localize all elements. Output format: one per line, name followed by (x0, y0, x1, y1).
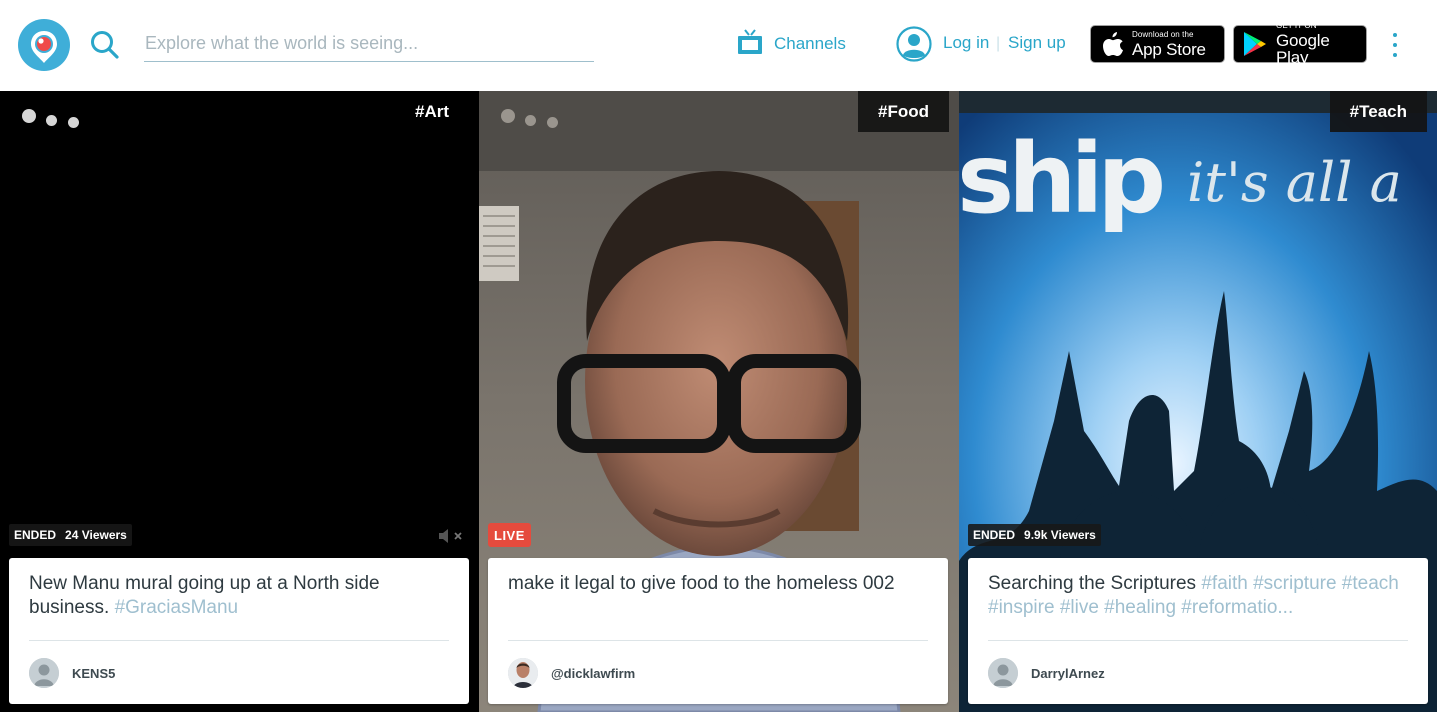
googleplay-small-text: GET IT ON (1276, 21, 1317, 30)
slide-word-large: ship (959, 131, 1166, 235)
username[interactable]: KENS5 (72, 666, 115, 681)
login-link[interactable]: Log in (943, 33, 989, 53)
signup-link[interactable]: Sign up (1008, 33, 1066, 53)
broadcast-status: ENDED 24 Viewers (9, 524, 132, 546)
broadcast-status: LIVE (488, 523, 531, 547)
title-text: make it legal to give food to the homele… (508, 573, 895, 594)
broadcast-title: Searching the Scriptures #faith #scriptu… (988, 572, 1408, 620)
periscope-logo-icon[interactable] (18, 19, 70, 71)
hashtag-text[interactable]: #GraciasManu (115, 597, 239, 618)
loading-dots-icon (22, 107, 92, 131)
channel-tag[interactable]: #Art (405, 91, 469, 132)
app-store-button[interactable]: Download on the App Store (1090, 25, 1225, 63)
default-avatar-icon (988, 658, 1018, 688)
username[interactable]: DarrylArnez (1031, 666, 1105, 681)
search-icon[interactable] (89, 29, 121, 61)
channels-link[interactable]: Channels (736, 24, 846, 64)
channel-tag[interactable]: #Food (858, 91, 949, 132)
card-divider (29, 640, 449, 641)
title-text: Searching the Scriptures (988, 573, 1197, 594)
background-slide-text: ship it's all a (959, 131, 1437, 251)
googleplay-big-text: Google Play (1276, 31, 1330, 67)
broadcast-card[interactable]: make it legal to give food to the homele… (488, 558, 948, 704)
user-photo-avatar (508, 658, 538, 688)
broadcast-status: ENDED 9.9k Viewers (968, 524, 1101, 546)
appstore-big-text: App Store (1132, 39, 1206, 59)
viewer-count: 9.9k Viewers (1024, 528, 1096, 542)
default-avatar-icon (29, 658, 59, 688)
broadcast-tile-art[interactable]: #Art ENDED 24 Viewers New Manu mural goi… (0, 91, 479, 712)
broadcast-title: make it legal to give food to the homele… (508, 572, 928, 596)
broadcast-title: New Manu mural going up at a North side … (29, 572, 449, 620)
ended-label: ENDED (973, 528, 1016, 542)
channels-label: Channels (774, 34, 846, 53)
appstore-small-text: Download on the (1132, 29, 1194, 39)
loading-dots-icon (501, 107, 571, 131)
google-play-button[interactable]: GET IT ON Google Play (1233, 21, 1367, 67)
card-divider (988, 640, 1408, 641)
more-menu-icon[interactable] (1385, 30, 1405, 60)
username[interactable]: @dicklawfirm (551, 666, 635, 681)
broadcaster-info[interactable]: @dicklawfirm (508, 658, 635, 688)
broadcast-tile-food[interactable]: #Food LIVE make it legal to give food to… (479, 91, 959, 712)
channel-tag[interactable]: #Teach (1329, 91, 1427, 132)
broadcast-card[interactable]: New Manu mural going up at a North side … (9, 558, 469, 704)
search-input[interactable] (144, 26, 594, 62)
card-divider (508, 640, 928, 641)
live-badge: LIVE (488, 523, 531, 547)
viewer-count: 24 Viewers (65, 528, 127, 542)
tv-icon (736, 28, 764, 61)
nav-separator: | (996, 35, 1001, 52)
top-nav-bar: Channels Log in | Sign up Download on th… (0, 0, 1437, 91)
slide-word-script: it's all a (1187, 151, 1402, 214)
broadcaster-info[interactable]: KENS5 (29, 658, 115, 688)
apple-icon (1102, 31, 1124, 57)
broadcast-card[interactable]: Searching the Scriptures #faith #scriptu… (968, 558, 1428, 704)
user-avatar-icon[interactable] (896, 26, 932, 62)
broadcaster-info[interactable]: DarrylArnez (988, 658, 1105, 688)
broadcast-tile-teach[interactable]: ship it's all a #Teach ENDED 9.9k Viewer… (959, 91, 1437, 712)
ended-label: ENDED (14, 528, 57, 542)
mute-icon[interactable] (437, 528, 467, 544)
google-play-icon (1243, 31, 1267, 57)
